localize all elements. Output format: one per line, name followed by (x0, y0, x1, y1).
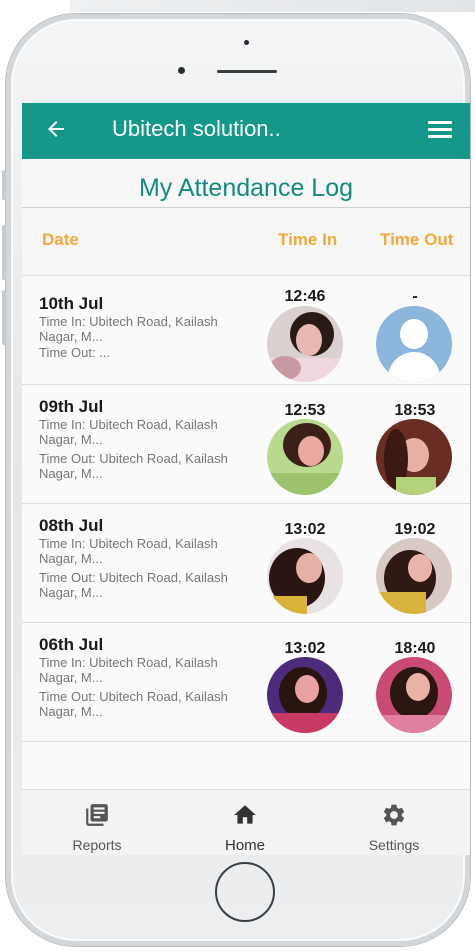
app-title: Ubitech solution.. (112, 116, 281, 141)
phone-side-button (2, 290, 6, 345)
column-header-time-in: Time In (278, 230, 338, 249)
nav-settings[interactable]: Settings (359, 802, 429, 853)
time-in-photo[interactable] (267, 306, 343, 382)
home-icon (234, 805, 256, 824)
attendance-row[interactable]: 06th Jul Time In: Ubitech Road, Kailash … (22, 622, 470, 742)
row-time-out-location: Time Out: ... (39, 345, 111, 360)
row-date: 09th Jul (39, 397, 104, 416)
default-avatar[interactable] (376, 306, 452, 382)
phone-speaker (217, 70, 277, 73)
column-header-date: Date (42, 230, 79, 249)
row-time-out: 18:40 (394, 640, 436, 657)
bottom-navigation: Reports Home Settings (22, 789, 470, 855)
attendance-row[interactable]: 09th Jul Time In: Ubitech Road, Kailash … (22, 384, 470, 504)
divider (22, 207, 470, 208)
phone-side-button (2, 225, 6, 280)
time-in-photo[interactable] (267, 657, 343, 733)
row-time-in-location: Time In: Ubitech Road, Kailash Nagar, M.… (39, 536, 218, 566)
background-strip (70, 0, 475, 12)
nav-reports-label: Reports (72, 837, 122, 853)
nav-home-label: Home (224, 837, 265, 854)
phone-sensor (244, 40, 249, 45)
reports-icon (86, 804, 108, 826)
time-in-photo[interactable] (267, 538, 343, 614)
row-time-out-location: Time Out: Ubitech Road, Kailash Nagar, M… (39, 689, 228, 719)
phone-side-button (2, 170, 6, 200)
gear-icon (383, 804, 405, 826)
row-time-out: - (412, 288, 418, 305)
row-time-out-location: Time Out: Ubitech Road, Kailash Nagar, M… (39, 451, 228, 481)
app-bar: Ubitech solution.. (22, 103, 470, 159)
row-time-in: 12:46 (284, 288, 326, 305)
time-in-photo[interactable] (267, 419, 343, 495)
row-time-in: 13:02 (284, 521, 326, 538)
app-screen: Ubitech solution.. My Attendance Log Dat… (22, 103, 470, 855)
attendance-row[interactable]: 08th Jul Time In: Ubitech Road, Kailash … (22, 503, 470, 623)
phone-home-button[interactable] (215, 862, 275, 922)
time-out-photo[interactable] (376, 419, 452, 495)
hamburger-menu-icon[interactable] (428, 121, 452, 141)
row-time-in-location: Time In: Ubitech Road, Kailash Nagar, M.… (39, 314, 218, 344)
column-header-time-out: Time Out (380, 230, 454, 249)
row-time-in: 12:53 (284, 402, 326, 419)
nav-reports[interactable]: Reports (62, 802, 132, 853)
row-date: 10th Jul (39, 294, 104, 313)
nav-home[interactable]: Home (210, 802, 280, 854)
row-time-out-location: Time Out: Ubitech Road, Kailash Nagar, M… (39, 570, 228, 600)
nav-settings-label: Settings (368, 837, 420, 853)
phone-camera (178, 67, 185, 74)
time-out-photo[interactable] (376, 538, 452, 614)
page-title: My Attendance Log (138, 174, 354, 202)
arrow-left-icon[interactable] (44, 117, 68, 141)
row-date: 08th Jul (39, 516, 104, 535)
row-time-out: 19:02 (394, 521, 436, 538)
row-time-in-location: Time In: Ubitech Road, Kailash Nagar, M.… (39, 655, 218, 685)
attendance-row[interactable]: 10th Jul Time In: Ubitech Road, Kailash … (22, 275, 470, 385)
row-date: 06th Jul (39, 635, 104, 654)
row-time-in-location: Time In: Ubitech Road, Kailash Nagar, M.… (39, 417, 218, 447)
row-time-out: 18:53 (394, 402, 436, 419)
row-time-in: 13:02 (284, 640, 326, 657)
time-out-photo[interactable] (376, 657, 452, 733)
